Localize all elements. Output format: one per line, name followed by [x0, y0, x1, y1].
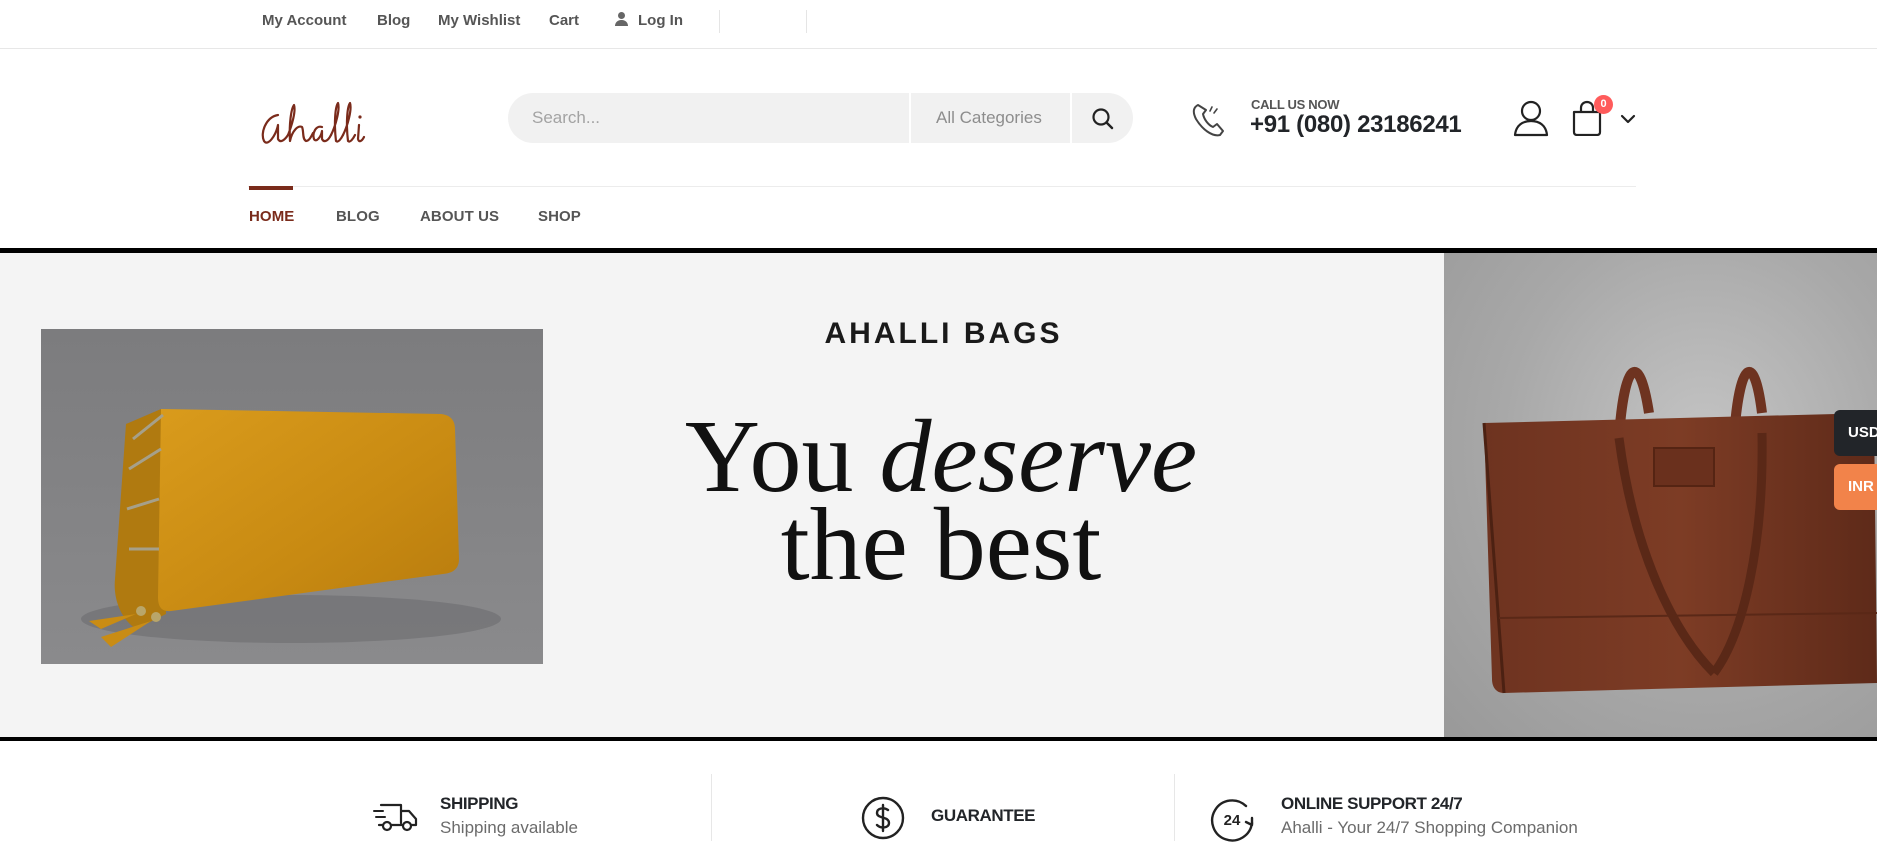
feature-subtitle: Ahalli - Your 24/7 Shopping Companion: [1281, 818, 1578, 837]
search-bar: All Categories: [508, 93, 1133, 143]
user-icon: [615, 12, 628, 26]
my-wishlist-link[interactable]: My Wishlist: [438, 12, 520, 29]
nav-divider: [248, 186, 1636, 187]
cart-top-link[interactable]: Cart: [549, 12, 579, 29]
search-button[interactable]: [1074, 93, 1133, 143]
currency-usd-button[interactable]: USD: [1834, 410, 1877, 456]
my-account-link[interactable]: My Account: [262, 12, 346, 29]
login-label: Log In: [638, 12, 683, 29]
topbar-divider: [806, 10, 807, 33]
tote-bag-image: [1444, 253, 1877, 737]
banner-headline-line2: the best: [780, 487, 1102, 602]
chevron-down-icon[interactable]: [1620, 112, 1636, 130]
login-link[interactable]: Log In: [615, 12, 683, 29]
blog-top-link[interactable]: Blog: [377, 12, 410, 29]
dollar-circle-icon: [860, 795, 906, 846]
account-icon[interactable]: [1513, 99, 1549, 142]
cart-count-badge: 0: [1594, 95, 1613, 114]
category-select[interactable]: All Categories: [909, 93, 1072, 143]
feature-divider: [711, 774, 712, 841]
feature-title: SHIPPING: [440, 794, 519, 813]
phone-number[interactable]: +91 (080) 23186241: [1250, 111, 1462, 139]
currency-inr-button[interactable]: INR: [1834, 464, 1877, 510]
svg-text:24: 24: [1224, 812, 1241, 829]
feature-title: GUARANTEE: [931, 806, 1036, 825]
feature-subtitle: Shipping available: [440, 818, 578, 837]
nav-item-blog[interactable]: BLOG: [336, 208, 380, 225]
phone-icon: [1190, 99, 1230, 144]
active-nav-indicator: [249, 186, 293, 190]
truck-icon: [373, 799, 419, 838]
site-logo[interactable]: [258, 95, 383, 155]
top-bar: My Account Blog My Wishlist Cart Log In: [0, 0, 1877, 49]
support-24-icon: 24: [1210, 797, 1258, 848]
feature-divider: [1174, 774, 1175, 841]
nav-item-shop[interactable]: SHOP: [538, 208, 581, 225]
search-input[interactable]: [508, 93, 906, 143]
banner-headline: You deserve the best: [684, 399, 1198, 602]
nav-item-about-us[interactable]: ABOUT US: [420, 208, 499, 225]
nav-item-home[interactable]: HOME: [249, 208, 294, 225]
feature-title: ONLINE SUPPORT 24/7: [1281, 794, 1463, 813]
hero-banner[interactable]: AHALLI BAGS You deserve the best: [0, 248, 1877, 741]
wallet-image: [41, 329, 543, 664]
topbar-divider: [719, 10, 720, 33]
call-label: CALL US NOW: [1251, 97, 1340, 112]
search-icon: [1092, 108, 1114, 130]
